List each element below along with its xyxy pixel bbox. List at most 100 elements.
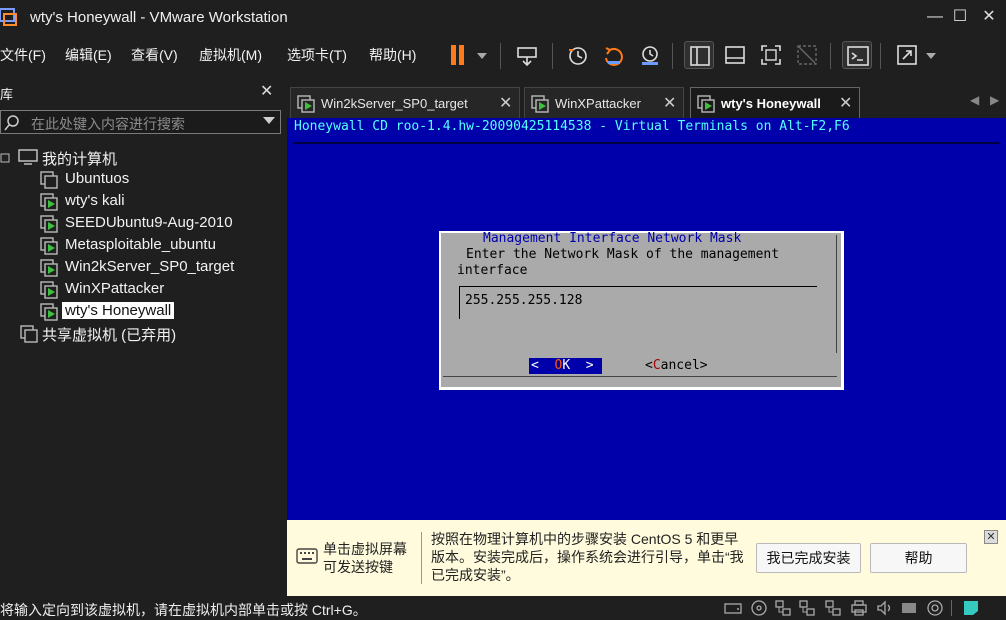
tree-item-vm[interactable]: WinXPattacker (0, 278, 284, 300)
network-adapter-icon[interactable] (798, 599, 816, 617)
vm-running-icon (40, 303, 58, 321)
cancel-button-post: ancel> (660, 358, 708, 373)
status-divider (951, 600, 952, 616)
cancel-button-pre: < (645, 358, 653, 373)
vm-running-icon (531, 95, 549, 113)
menu-tabs[interactable]: 选项卡(T) (287, 45, 347, 65)
vm-console-screen[interactable]: Honeywall CD roo-1.4.hw-20090425114538 -… (287, 118, 1006, 520)
tree-shared-vms[interactable]: 共享虚拟机 (已弃用) (0, 322, 284, 344)
tree-item-vm-selected[interactable]: wty's Honeywall (0, 300, 284, 322)
tree-item-vm[interactable]: Metasploitable_ubuntu (0, 234, 284, 256)
tree-item-label: wty's kali (65, 192, 125, 209)
tab-wtys-honeywall[interactable]: wty's Honeywall ✕ (690, 87, 860, 118)
network-mask-dialog: Management Interface Network Mask Enter … (439, 231, 844, 390)
library-close-button[interactable]: ✕ (260, 81, 273, 101)
collapse-icon[interactable] (0, 153, 10, 163)
usb-device-icon[interactable] (926, 599, 944, 617)
snapshot-manager-icon (642, 46, 658, 65)
tab-close-button[interactable]: ✕ (839, 93, 852, 113)
library-sidebar: 库 ✕ 在此处键入内容进行搜索 我的计算机 Ubuntuos wty's kal… (0, 78, 284, 596)
console-view-button[interactable] (842, 41, 872, 69)
vm-running-icon (40, 259, 58, 277)
sound-icon[interactable] (876, 599, 894, 617)
tab-scroll-left-button[interactable]: ◀ (970, 93, 979, 107)
thumbnail-bar-icon (725, 46, 745, 64)
tab-win2kserver[interactable]: Win2kServer_SP0_target ✕ (290, 87, 520, 118)
vm-running-icon (40, 237, 58, 255)
tab-close-button[interactable]: ✕ (499, 93, 512, 113)
menu-edit[interactable]: 编辑(E) (65, 45, 112, 65)
cd-rom-icon[interactable] (750, 599, 768, 617)
menu-help[interactable]: 帮助(H) (369, 45, 416, 65)
title-bar: wty's Honeywall - VMware Workstation — ☐… (0, 0, 1006, 35)
ok-button-pre: < (531, 358, 555, 373)
vmware-app-icon (0, 8, 17, 26)
vm-running-icon (297, 95, 315, 113)
pause-button[interactable] (445, 41, 487, 69)
tab-label: WinXPattacker (555, 96, 641, 111)
cancel-button[interactable]: <Cancel> (645, 358, 708, 373)
tab-scroll-right-button[interactable]: ▶ (990, 93, 999, 107)
menu-vm[interactable]: 虚拟机(M) (199, 45, 262, 65)
status-message: 将输入定向到该虚拟机，请在虚拟机内部单击或按 Ctrl+G。 (0, 602, 367, 618)
hint-divider (421, 532, 422, 584)
help-button[interactable]: 帮助 (870, 543, 967, 573)
tree-item-vm[interactable]: wty's kali (0, 190, 284, 212)
network-mask-input[interactable]: 255.255.255.128 (459, 286, 817, 319)
unity-button[interactable] (792, 41, 822, 69)
finished-install-button[interactable]: 我已完成安装 (756, 543, 861, 573)
hard-disk-icon[interactable] (724, 599, 742, 617)
maximize-button[interactable]: ☐ (949, 6, 971, 28)
tree-item-label: WinXPattacker (65, 280, 165, 297)
tab-label: wty's Honeywall (721, 96, 821, 111)
printer-icon[interactable] (850, 599, 868, 617)
tab-close-button[interactable]: ✕ (663, 93, 676, 113)
snapshot-button[interactable] (562, 41, 592, 69)
library-search-input[interactable]: 在此处键入内容进行搜索 (0, 110, 281, 134)
ok-button-post: K > (562, 358, 594, 373)
message-log-icon[interactable] (962, 599, 980, 617)
send-ctrl-alt-del-button[interactable] (512, 41, 542, 69)
show-library-button[interactable] (684, 41, 714, 69)
toolbar-divider (880, 43, 881, 69)
vmware-window: wty's Honeywall - VMware Workstation — ☐… (0, 0, 1006, 620)
tree-root-my-computer[interactable]: 我的计算机 (0, 146, 284, 168)
tree-item-vm[interactable]: Ubuntuos (0, 168, 284, 190)
dialog-title: Management Interface Network Mask (483, 231, 742, 246)
network-adapter-icon[interactable] (824, 599, 842, 617)
library-header: 库 ✕ (0, 78, 284, 104)
minimize-button[interactable]: — (924, 6, 946, 28)
stretch-guest-button[interactable] (892, 41, 940, 69)
tree-item-label: SEEDUbuntu9-Aug-2010 (65, 214, 233, 231)
network-mask-value: 255.255.255.128 (465, 293, 583, 308)
tree-item-vm[interactable]: SEEDUbuntu9-Aug-2010 (0, 212, 284, 234)
hint-close-button[interactable]: ✕ (984, 530, 998, 544)
display-icon[interactable] (900, 599, 918, 617)
console-divider (293, 142, 1000, 144)
ok-button[interactable]: < OK > (529, 358, 602, 374)
dialog-shadow-line (836, 235, 837, 353)
menu-view[interactable]: 查看(V) (131, 45, 178, 65)
thumbnail-bar-button[interactable] (720, 41, 750, 69)
revert-snapshot-icon (605, 47, 623, 66)
tab-label: Win2kServer_SP0_target (321, 96, 468, 111)
vm-running-icon (40, 193, 58, 211)
tree-root-label: 我的计算机 (42, 151, 118, 168)
input-border (459, 286, 817, 287)
vm-running-icon (40, 215, 58, 233)
menu-file[interactable]: 文件(F) (0, 45, 46, 65)
tree-item-vm[interactable]: Win2kServer_SP0_target (0, 256, 284, 278)
install-hint-bar: 单击虚拟屏幕可发送按键 按照在物理计算机中的步骤安装 CentOS 5 和更早版… (287, 520, 1006, 596)
network-adapter-icon[interactable] (774, 599, 792, 617)
input-border (459, 286, 460, 319)
cancel-button-hotkey: C (652, 358, 661, 373)
full-screen-button[interactable] (756, 41, 786, 69)
close-window-button[interactable]: ✕ (978, 6, 1000, 28)
toolbar-divider (500, 43, 501, 69)
search-icon (4, 115, 19, 131)
library-panel-icon (690, 46, 710, 66)
revert-snapshot-button[interactable] (598, 41, 628, 69)
snapshot-manager-button[interactable] (634, 41, 664, 69)
chevron-down-icon[interactable] (263, 117, 275, 124)
tab-winxpattacker[interactable]: WinXPattacker ✕ (524, 87, 684, 118)
